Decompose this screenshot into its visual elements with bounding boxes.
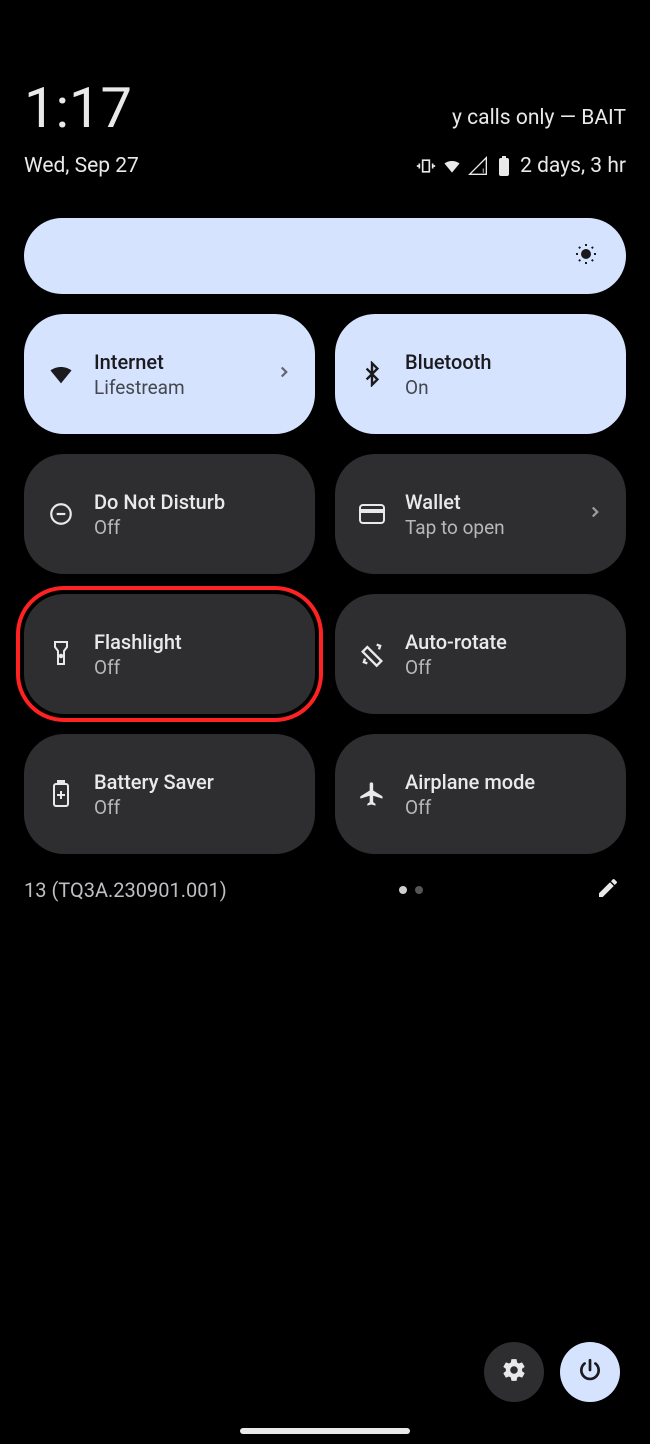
tile-subtitle: Off — [405, 796, 604, 819]
qs-footer: 13 (TQ3A.230901.001) — [0, 854, 650, 904]
tile-battery-saver[interactable]: Battery Saver Off — [24, 734, 315, 854]
tile-subtitle: Off — [94, 796, 293, 819]
gesture-nav-bar[interactable] — [240, 1428, 410, 1434]
tile-title: Airplane mode — [405, 770, 604, 794]
tile-subtitle: Off — [405, 656, 604, 679]
tile-subtitle: Off — [94, 516, 293, 539]
qs-header: 1:17 y calls only — BAIT Wed, Sep 27 ! 2… — [0, 0, 650, 178]
tile-bluetooth[interactable]: Bluetooth On — [335, 314, 626, 434]
wifi-icon — [442, 156, 462, 176]
tile-title: Battery Saver — [94, 770, 293, 794]
tile-title: Flashlight — [94, 630, 293, 654]
tile-autorotate[interactable]: Auto-rotate Off — [335, 594, 626, 714]
tile-title: Do Not Disturb — [94, 490, 293, 514]
airplane-icon — [357, 779, 387, 809]
brightness-icon — [574, 242, 598, 270]
page-dot — [399, 886, 407, 894]
date-text: Wed, Sep 27 — [24, 154, 139, 178]
tile-title: Bluetooth — [405, 350, 604, 374]
status-icons-row: ! 2 days, 3 hr — [416, 154, 626, 178]
carrier-text: y calls only — BAIT — [452, 106, 626, 136]
bottom-actions — [484, 1342, 620, 1402]
build-text: 13 (TQ3A.230901.001) — [24, 878, 227, 902]
clock-time: 1:17 — [24, 80, 132, 136]
autorotate-icon — [357, 639, 387, 669]
tile-dnd[interactable]: Do Not Disturb Off — [24, 454, 315, 574]
settings-button[interactable] — [484, 1342, 544, 1402]
header-bottom: Wed, Sep 27 ! 2 days, 3 hr — [24, 154, 626, 178]
wifi-icon — [46, 359, 76, 389]
tile-internet[interactable]: Internet Lifestream — [24, 314, 315, 434]
tile-subtitle: Off — [94, 656, 293, 679]
dnd-icon — [46, 499, 76, 529]
gear-icon — [501, 1357, 527, 1387]
tile-wallet[interactable]: Wallet Tap to open — [335, 454, 626, 574]
signal-icon: ! — [468, 156, 488, 176]
chevron-right-icon — [586, 503, 604, 525]
wallet-icon — [357, 499, 387, 529]
tile-title: Auto-rotate — [405, 630, 604, 654]
page-dot — [415, 886, 423, 894]
tile-subtitle: Tap to open — [405, 516, 568, 539]
power-button[interactable] — [560, 1342, 620, 1402]
battery-estimate: 2 days, 3 hr — [520, 154, 626, 178]
chevron-right-icon — [275, 363, 293, 385]
header-top: 1:17 y calls only — BAIT — [24, 80, 626, 136]
tile-subtitle: On — [405, 376, 604, 399]
tile-flashlight[interactable]: Flashlight Off — [24, 594, 315, 714]
qs-tiles-grid: Internet Lifestream Bluetooth On Do Not … — [0, 294, 650, 854]
battery-saver-icon — [46, 779, 76, 809]
tile-title: Internet — [94, 350, 257, 374]
page-indicator — [399, 886, 423, 894]
svg-text:!: ! — [482, 167, 484, 176]
flashlight-icon — [46, 639, 76, 669]
brightness-slider[interactable] — [24, 218, 626, 294]
vibrate-icon — [416, 156, 436, 176]
power-icon — [577, 1357, 603, 1387]
edit-button[interactable] — [596, 876, 620, 904]
battery-icon — [494, 156, 514, 176]
tile-title: Wallet — [405, 490, 568, 514]
tile-subtitle: Lifestream — [94, 376, 257, 399]
bluetooth-icon — [357, 359, 387, 389]
tile-airplane[interactable]: Airplane mode Off — [335, 734, 626, 854]
